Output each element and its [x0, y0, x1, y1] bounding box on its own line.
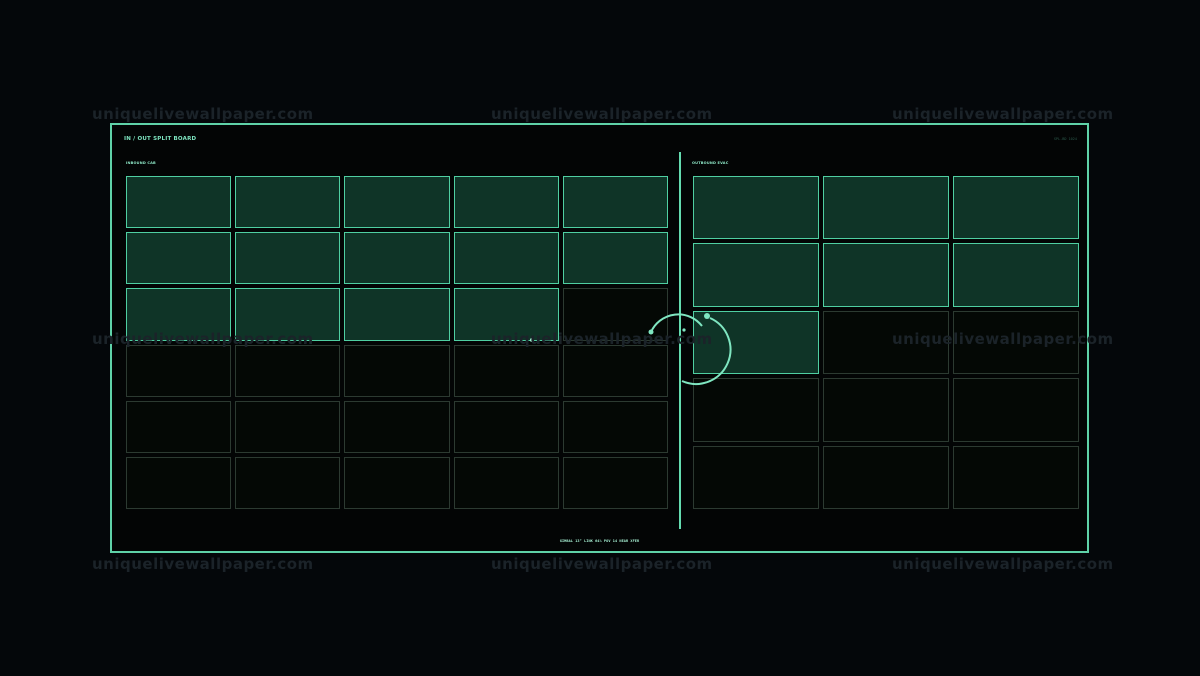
screen: uniquelivewallpaper.com uniquelivewallpa… — [0, 0, 1200, 676]
transfer-arc-icon — [648, 313, 732, 385]
drag-point-icon — [530, 338, 534, 342]
transfer-cursor-overlay — [530, 313, 732, 385]
